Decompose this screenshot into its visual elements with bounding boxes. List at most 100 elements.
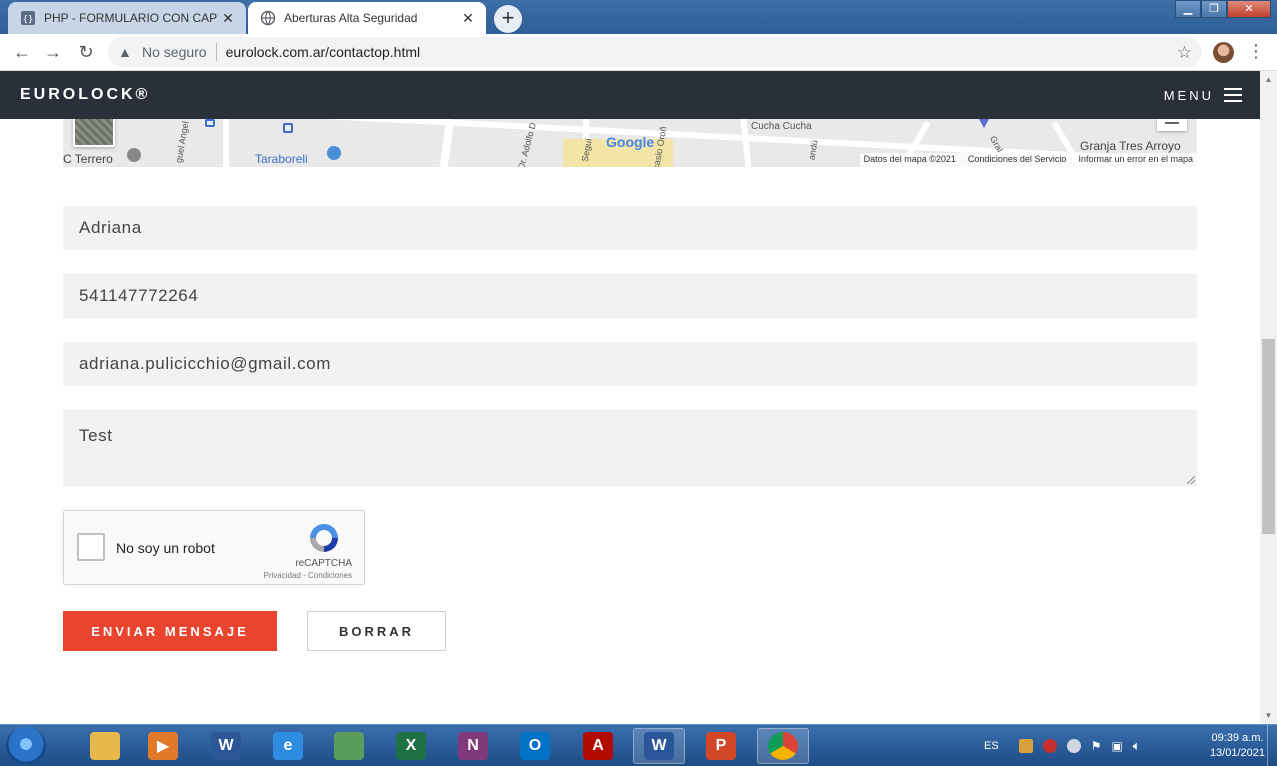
bookmark-star-icon[interactable]: ☆ bbox=[1177, 43, 1192, 63]
new-tab-button[interactable]: + bbox=[494, 5, 522, 33]
network-icon[interactable]: ▣ bbox=[1111, 739, 1122, 753]
photo-viewer-icon bbox=[334, 732, 364, 760]
tab-close-icon[interactable]: ✕ bbox=[218, 10, 238, 27]
tab-close-icon[interactable]: ✕ bbox=[458, 10, 478, 27]
clock-date: 13/01/2021 bbox=[1209, 747, 1265, 759]
map-attribution: Datos del mapa ©2021 Condiciones del Ser… bbox=[859, 153, 1197, 167]
taskbar-onenote-button[interactable]: N bbox=[447, 728, 499, 764]
window-controls: ▁ ❐ ✕ bbox=[1175, 0, 1271, 18]
more-options-icon[interactable]: ⋮ bbox=[1247, 41, 1265, 61]
transit-icon bbox=[205, 119, 215, 127]
page-content: C Terrero Taraboreli Google Granja Tres … bbox=[0, 119, 1260, 724]
menu-label: MENU bbox=[1163, 87, 1214, 103]
tray-app-icon[interactable] bbox=[1066, 739, 1081, 753]
scroll-down-arrow-icon[interactable]: ▼ bbox=[1260, 707, 1277, 724]
profile-avatar[interactable] bbox=[1213, 42, 1234, 63]
recaptcha-logo-icon bbox=[310, 524, 338, 552]
clear-button[interactable]: BORRAR bbox=[307, 611, 446, 651]
speaker-icon[interactable]: 🔈︎ bbox=[1133, 738, 1141, 754]
browser-titlebar: {} PHP - FORMULARIO CON CAPTC ✕ Abertura… bbox=[0, 0, 1277, 34]
recaptcha-terms-link[interactable]: Privacidad - Condiciones bbox=[264, 571, 353, 580]
word-doc-icon: W bbox=[211, 732, 241, 760]
url-text[interactable]: eurolock.com.ar/contactop.html bbox=[226, 44, 421, 60]
location-pin-icon bbox=[127, 148, 141, 162]
show-desktop-button[interactable] bbox=[1267, 725, 1277, 766]
word-icon: W bbox=[644, 732, 674, 760]
taskbar-photo-viewer-button[interactable] bbox=[323, 728, 375, 764]
browser-toolbar: ← → ↻ ▲ No seguro eurolock.com.ar/contac… bbox=[0, 34, 1277, 71]
resize-grip-icon[interactable] bbox=[1187, 476, 1195, 484]
map-report-link[interactable]: Informar un error en el mapa bbox=[1078, 154, 1193, 166]
message-textarea[interactable]: Test bbox=[63, 410, 1197, 486]
explorer-icon bbox=[90, 732, 120, 760]
language-indicator[interactable]: ES bbox=[984, 740, 999, 752]
tray-app-icon[interactable] bbox=[1042, 739, 1057, 753]
outlook-icon: O bbox=[520, 732, 550, 760]
location-pin-icon bbox=[979, 119, 989, 128]
minimize-icon[interactable]: ▁ bbox=[1175, 0, 1201, 18]
system-tray: ES ⚑ ▣ 🔈︎ bbox=[984, 725, 1141, 766]
close-window-icon[interactable]: ✕ bbox=[1227, 0, 1271, 18]
tray-app-icon[interactable] bbox=[1018, 739, 1033, 753]
tab-aberturas[interactable]: Aberturas Alta Seguridad ✕ bbox=[248, 2, 486, 34]
taskbar-outlook-button[interactable]: O bbox=[509, 728, 561, 764]
back-arrow-icon[interactable]: ← bbox=[12, 42, 32, 62]
transit-icon bbox=[283, 123, 293, 133]
media-player-icon: ▶ bbox=[148, 732, 178, 760]
send-message-button[interactable]: ENVIAR MENSAJE bbox=[63, 611, 277, 651]
phone-input[interactable]: 541147772264 bbox=[63, 274, 1197, 318]
taskbar-media-player-button[interactable]: ▶ bbox=[137, 728, 189, 764]
tab-title: Aberturas Alta Seguridad bbox=[284, 11, 418, 25]
taskbar-chrome-button[interactable] bbox=[757, 728, 809, 764]
site-header: EUROLOCK® MENU bbox=[0, 71, 1260, 119]
taskbar-word-button[interactable]: W bbox=[633, 728, 685, 764]
taskbar-internet-explorer-button[interactable]: e bbox=[262, 728, 314, 764]
internet-explorer-icon: e bbox=[273, 732, 303, 760]
map-label: Cucha Cucha bbox=[751, 121, 812, 132]
recaptcha-label: No soy un robot bbox=[116, 540, 215, 556]
map-terms-link[interactable]: Condiciones del Servicio bbox=[968, 154, 1067, 166]
recaptcha-checkbox[interactable] bbox=[77, 533, 105, 561]
screen: {} PHP - FORMULARIO CON CAPTC ✕ Abertura… bbox=[0, 0, 1277, 766]
scroll-up-arrow-icon[interactable]: ▲ bbox=[1260, 71, 1277, 88]
onenote-icon: N bbox=[458, 732, 488, 760]
code-file-icon: {} bbox=[21, 11, 35, 25]
acrobat-icon: A bbox=[583, 732, 613, 760]
recaptcha-brand: reCAPTCHA bbox=[295, 558, 352, 569]
taskbar-excel-button[interactable]: X bbox=[385, 728, 437, 764]
menu-button[interactable]: MENU bbox=[1164, 71, 1242, 119]
zoom-out-button[interactable] bbox=[1157, 119, 1187, 131]
forward-arrow-icon[interactable]: → bbox=[43, 42, 63, 62]
taskbar-acrobat-button[interactable]: A bbox=[572, 728, 624, 764]
map-data-credit: Datos del mapa ©2021 bbox=[863, 154, 956, 164]
chrome-icon bbox=[768, 732, 798, 760]
map-label: andú bbox=[806, 139, 820, 161]
warning-icon[interactable]: ▲ bbox=[118, 44, 134, 60]
maximize-icon[interactable]: ❐ bbox=[1201, 0, 1227, 18]
taskbar-explorer-button[interactable] bbox=[79, 728, 131, 764]
tab-php-formulario[interactable]: {} PHP - FORMULARIO CON CAPTC ✕ bbox=[8, 2, 246, 34]
shopping-pin-icon bbox=[327, 146, 341, 160]
excel-icon: X bbox=[396, 732, 426, 760]
map-label: Taraboreli bbox=[255, 152, 308, 166]
security-label[interactable]: No seguro bbox=[142, 44, 207, 60]
tab-title: PHP - FORMULARIO CON CAPTC bbox=[44, 11, 218, 25]
action-center-flag-icon[interactable]: ⚑ bbox=[1091, 739, 1102, 753]
reload-icon[interactable]: ↻ bbox=[76, 42, 96, 62]
clock-time: 09:39 a.m. bbox=[1211, 732, 1264, 744]
system-clock[interactable]: 09:39 a.m. 13/01/2021 bbox=[1210, 731, 1265, 761]
svg-text:{}: {} bbox=[23, 15, 34, 25]
taskbar-word-doc-button[interactable]: W bbox=[200, 728, 252, 764]
start-button[interactable] bbox=[6, 727, 46, 765]
globe-icon bbox=[260, 10, 276, 26]
taskbar-powerpoint-button[interactable]: P bbox=[695, 728, 747, 764]
satellite-toggle[interactable] bbox=[73, 119, 115, 147]
google-map[interactable]: C Terrero Taraboreli Google Granja Tres … bbox=[63, 119, 1197, 167]
address-bar[interactable]: ▲ No seguro eurolock.com.ar/contactop.ht… bbox=[108, 37, 1202, 67]
site-logo[interactable]: EUROLOCK® bbox=[20, 86, 150, 104]
email-input[interactable]: adriana.pulicicchio@gmail.com bbox=[63, 342, 1197, 386]
name-input[interactable]: Adriana bbox=[63, 206, 1197, 250]
page-scrollbar[interactable]: ▲ ▼ bbox=[1260, 71, 1277, 724]
scrollbar-thumb[interactable] bbox=[1262, 339, 1275, 534]
powerpoint-icon: P bbox=[706, 732, 736, 760]
